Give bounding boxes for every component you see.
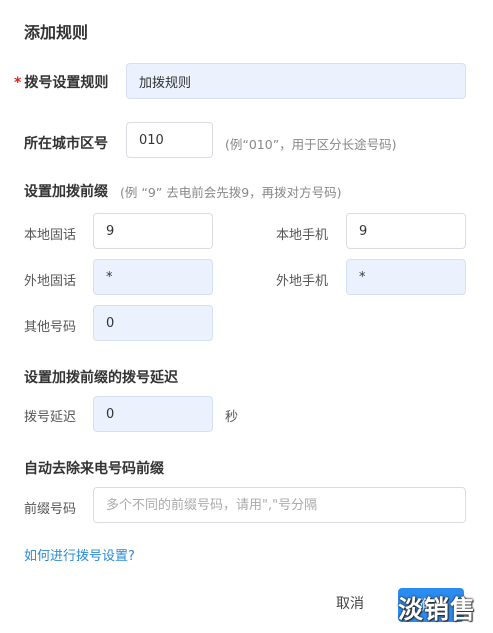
dial-delay-label: 拨号延迟 <box>24 410 77 425</box>
other-number-label: 其他号码 <box>24 320 77 335</box>
dial-rule-label-text: 拨号设置规则 <box>24 75 109 91</box>
prefix-number-label: 前缀号码 <box>24 502 77 517</box>
delay-unit: 秒 <box>225 410 239 425</box>
remote-mobile-label: 外地手机 <box>276 274 329 289</box>
dial-delay-input[interactable] <box>93 396 213 432</box>
dial-rule-label: * 拨号设置规则 <box>14 72 108 92</box>
local-landline-input[interactable] <box>93 213 213 249</box>
dialog-title: 添加规则 <box>24 23 89 42</box>
local-mobile-label: 本地手机 <box>276 228 329 243</box>
cancel-button[interactable]: 取消 <box>336 593 364 613</box>
remote-mobile-input[interactable] <box>346 259 466 295</box>
city-code-label: 所在城市区号 <box>24 136 108 152</box>
remote-landline-input[interactable] <box>93 259 213 295</box>
city-code-hint: (例“010”，用于区分长途号码) <box>225 137 397 152</box>
required-mark: * <box>14 75 22 91</box>
prefix-section-title: 设置加拨前缀 <box>24 184 108 200</box>
local-mobile-input[interactable] <box>346 213 466 249</box>
strip-section-title: 自动去除来电号码前缀 <box>24 461 164 477</box>
local-landline-label: 本地固话 <box>24 228 77 243</box>
delay-section-title: 设置加拨前缀的拨号延迟 <box>24 370 178 386</box>
dial-rule-input[interactable] <box>126 63 466 99</box>
add-rule-dialog: 添加规则 *拨号设置规则 所在城市区号 (例“010”，用于区分长途号码) 设置… <box>0 0 493 633</box>
remote-landline-label: 外地固话 <box>24 274 77 289</box>
city-code-input[interactable] <box>126 122 213 158</box>
dial-settings-help-link[interactable]: 如何进行拨号设置? <box>24 545 135 564</box>
prefix-section-hint: (例 “9” 去电前会先拨9，再拨对方号码) <box>120 185 342 200</box>
confirm-button[interactable]: 确定 <box>398 588 464 622</box>
other-number-input[interactable] <box>93 305 213 341</box>
prefix-number-input[interactable] <box>93 487 466 523</box>
